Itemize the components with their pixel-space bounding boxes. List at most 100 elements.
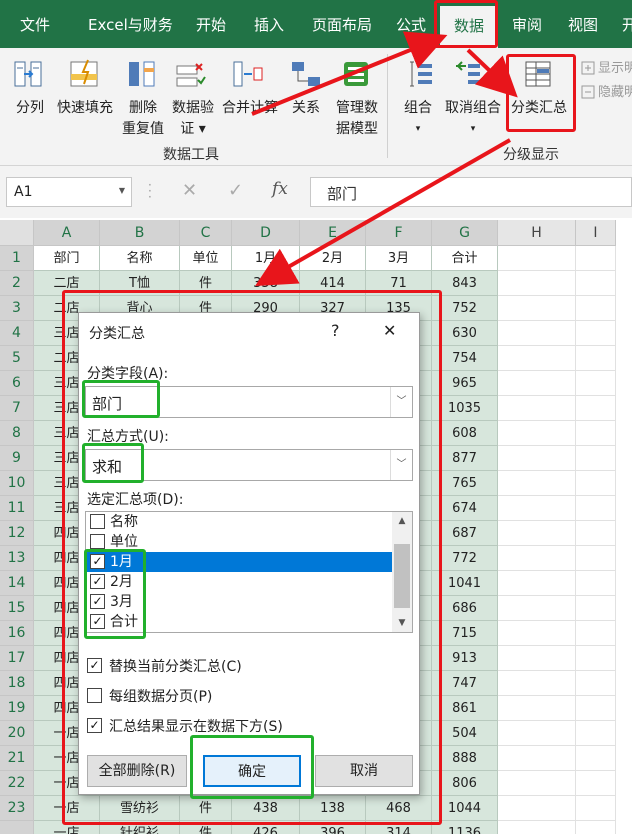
remove-duplicates-button[interactable]: 删除 重复值 [118,98,168,140]
table-cell[interactable] [498,371,576,396]
row-header[interactable]: 5 [0,346,34,371]
table-cell[interactable] [576,721,616,746]
select-all-corner[interactable] [0,220,34,246]
table-cell[interactable] [576,346,616,371]
table-cell[interactable] [498,446,576,471]
table-cell[interactable] [576,496,616,521]
table-cell[interactable] [498,496,576,521]
table-cell[interactable] [498,421,576,446]
column-header-f[interactable]: F [366,220,432,246]
table-cell[interactable] [498,746,576,771]
tab-formulas[interactable]: 公式 [396,14,426,35]
table-cell[interactable] [576,671,616,696]
tab-file[interactable]: 文件 [20,14,50,35]
enter-check-icon[interactable]: ✓ [228,180,243,201]
row-header[interactable]: 11 [0,496,34,521]
column-header-d[interactable]: D [232,220,300,246]
insert-function-button[interactable]: fx [272,179,288,199]
table-cell[interactable] [498,471,576,496]
row-header[interactable]: 21 [0,746,34,771]
table-cell[interactable]: 名称 [100,246,180,271]
cancel-x-icon[interactable]: ✕ [182,180,197,201]
consolidate-button[interactable]: 合并计算 [218,98,282,119]
flash-fill-button[interactable]: 快速填充 [54,98,116,119]
row-header[interactable]: 10 [0,471,34,496]
table-cell[interactable]: 部门 [34,246,100,271]
table-cell[interactable] [576,321,616,346]
table-cell[interactable] [576,446,616,471]
table-cell[interactable] [576,696,616,721]
tab-home[interactable]: 开始 [196,14,226,35]
show-detail-button[interactable]: 显示明 [598,58,632,79]
row-header[interactable]: 17 [0,646,34,671]
column-header-e[interactable]: E [300,220,366,246]
column-header-g[interactable]: G [432,220,498,246]
tab-view[interactable]: 视图 [568,14,598,35]
tab-review[interactable]: 审阅 [512,14,542,35]
table-cell[interactable] [576,521,616,546]
table-cell[interactable]: 1月 [232,246,300,271]
tab-more[interactable]: 开 [622,14,632,35]
table-cell[interactable] [576,796,616,821]
column-header-a[interactable]: A [34,220,100,246]
tab-insert[interactable]: 插入 [254,14,284,35]
table-cell[interactable] [576,746,616,771]
group-button[interactable]: 组合 ▾ [398,98,438,140]
table-cell[interactable]: 1136 [432,821,498,834]
table-cell[interactable] [498,796,576,821]
row-header[interactable]: 7 [0,396,34,421]
table-cell[interactable] [498,771,576,796]
table-cell[interactable] [498,321,576,346]
table-cell[interactable] [498,296,576,321]
table-cell[interactable] [576,571,616,596]
row-header[interactable]: 22 [0,771,34,796]
row-header[interactable]: 23 [0,796,34,821]
row-header[interactable]: 14 [0,571,34,596]
table-cell[interactable]: 3月 [366,246,432,271]
table-cell[interactable] [498,596,576,621]
row-header[interactable]: 19 [0,696,34,721]
column-header-h[interactable]: H [498,220,576,246]
table-cell[interactable]: 单位 [180,246,232,271]
table-cell[interactable] [498,271,576,296]
row-header[interactable]: 15 [0,596,34,621]
table-cell[interactable] [498,246,576,271]
row-header[interactable] [0,821,34,834]
hide-detail-button[interactable]: 隐藏明 [598,82,632,103]
row-header[interactable]: 6 [0,371,34,396]
table-cell[interactable] [498,721,576,746]
table-cell[interactable] [576,646,616,671]
column-header-b[interactable]: B [100,220,180,246]
row-header[interactable]: 2 [0,271,34,296]
row-header[interactable]: 4 [0,321,34,346]
table-cell[interactable] [498,521,576,546]
table-cell[interactable] [576,421,616,446]
table-cell[interactable] [498,671,576,696]
relationships-button[interactable]: 关系 [286,98,326,119]
table-cell[interactable] [576,621,616,646]
name-box[interactable]: A1 ▼ [6,177,132,207]
table-cell[interactable] [498,546,576,571]
table-cell[interactable] [576,296,616,321]
row-header[interactable]: 18 [0,671,34,696]
ungroup-button[interactable]: 取消组合 ▾ [440,98,506,140]
row-header[interactable]: 8 [0,421,34,446]
row-header[interactable]: 20 [0,721,34,746]
table-cell[interactable]: 2月 [300,246,366,271]
table-cell[interactable] [576,771,616,796]
formula-input[interactable]: 部门 [310,177,632,207]
row-header[interactable]: 12 [0,521,34,546]
table-cell[interactable] [576,271,616,296]
tab-page-layout[interactable]: 页面布局 [312,14,372,35]
tab-excel-finance[interactable]: Excel与财务 [88,14,173,35]
table-cell[interactable]: 合计 [432,246,498,271]
row-header[interactable]: 9 [0,446,34,471]
table-cell[interactable] [498,696,576,721]
row-header[interactable]: 13 [0,546,34,571]
column-header-i[interactable]: I [576,220,616,246]
table-cell[interactable] [576,396,616,421]
row-header[interactable]: 16 [0,621,34,646]
table-cell[interactable] [576,821,616,834]
row-header[interactable]: 3 [0,296,34,321]
manage-data-model-button[interactable]: 管理数 据模型 [330,98,384,140]
